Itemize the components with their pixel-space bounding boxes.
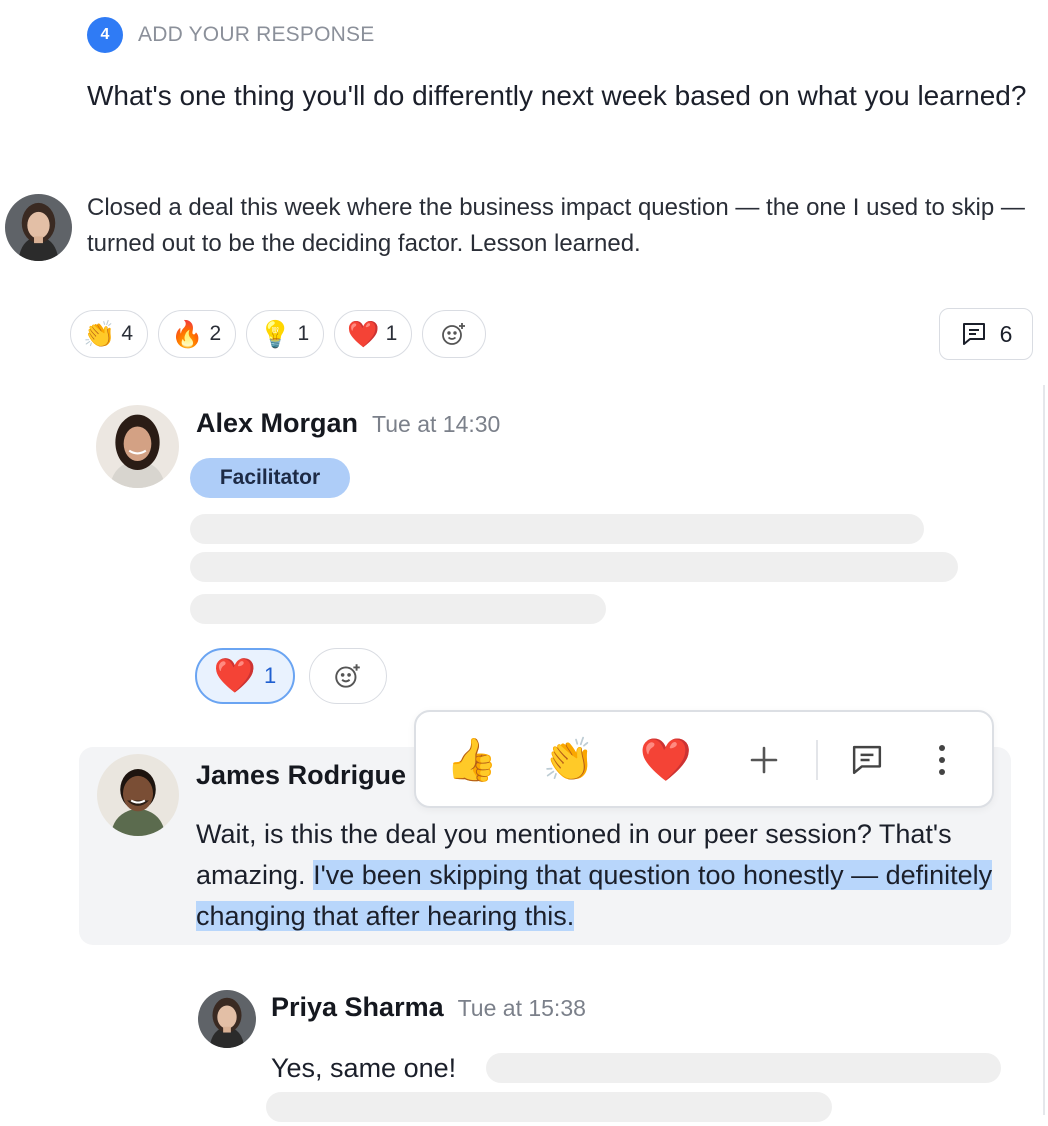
reaction-lightbulb[interactable]: 💡 1: [246, 310, 325, 358]
add-emoji-icon: [335, 664, 360, 688]
heart-emoji-icon: ❤️: [347, 319, 380, 349]
avatar[interactable]: [198, 990, 256, 1048]
more-options-button[interactable]: [924, 735, 960, 785]
avatar[interactable]: [5, 194, 72, 261]
role-badge: Facilitator: [190, 458, 350, 498]
redacted-text-line: [486, 1053, 1001, 1083]
comment-icon: [852, 745, 882, 775]
comment-header: Priya Sharma Tue at 15:38: [271, 992, 586, 1023]
reaction-count: 1: [297, 322, 310, 345]
heart-emoji-icon: ❤️: [213, 657, 257, 695]
redacted-text-line: [266, 1092, 832, 1122]
avatar[interactable]: [96, 405, 179, 488]
comment-icon: [962, 323, 985, 345]
quick-react-heart[interactable]: ❤️: [638, 735, 694, 785]
step-label: ADD YOUR RESPONSE: [138, 23, 375, 46]
comment-header: James Rodrigue: [196, 760, 406, 791]
kebab-menu-icon: [939, 745, 945, 775]
clap-emoji-icon: 👏: [83, 319, 116, 349]
lightbulb-emoji-icon: 💡: [259, 319, 292, 349]
selected-text-highlight[interactable]: I've been skipping that question too hon…: [196, 860, 993, 931]
reaction-clap[interactable]: 👏 4: [70, 310, 149, 358]
quick-react-thumbs-up[interactable]: 👍: [444, 735, 500, 785]
more-reactions-button[interactable]: [736, 735, 792, 785]
comment-author-name[interactable]: Alex Morgan: [196, 408, 358, 439]
reaction-heart[interactable]: ❤️ 1: [334, 310, 413, 358]
response-reactions: 👏 4 🔥 2 💡 1 ❤️ 1: [70, 310, 487, 358]
reaction-count: 2: [209, 322, 222, 345]
heart-emoji-icon: ❤️: [639, 736, 693, 783]
message-hover-toolbar: 👍 👏 ❤️: [414, 710, 994, 808]
reaction-fire[interactable]: 🔥 2: [158, 310, 237, 358]
question-text: What's one thing you'll do differently n…: [87, 80, 1027, 111]
comment-text: Yes, same one!: [271, 1053, 457, 1083]
comments-button[interactable]: 6: [939, 308, 1033, 360]
redacted-text-line: [190, 552, 958, 582]
thumbs-up-emoji-icon: 👍: [445, 736, 499, 783]
plus-icon: [750, 746, 778, 774]
comment-reactions: ❤️ 1: [195, 648, 387, 704]
reaction-count: 1: [264, 663, 277, 688]
comment-count: 6: [999, 320, 1013, 347]
comment-timestamp: Tue at 15:38: [457, 995, 586, 1021]
toolbar-divider: [816, 740, 818, 780]
response-text: Closed a deal this week where the busine…: [87, 194, 1025, 257]
add-emoji-icon: [442, 323, 466, 345]
reaction-heart-active[interactable]: ❤️ 1: [195, 648, 295, 704]
comment-author-name[interactable]: Priya Sharma: [271, 992, 444, 1023]
comment-text: Wait, is this the deal you mentioned in …: [196, 814, 996, 937]
reply-button[interactable]: [840, 735, 894, 785]
add-reaction-button[interactable]: [422, 310, 487, 358]
redacted-text-line: [190, 594, 606, 624]
reaction-count: 1: [385, 322, 398, 345]
clap-emoji-icon: 👏: [542, 736, 596, 783]
comment-header: Alex Morgan Tue at 14:30: [196, 408, 500, 439]
thread-scrollbar[interactable]: [1043, 385, 1045, 1115]
step-header: 4 ADD YOUR RESPONSE: [87, 17, 374, 53]
add-reaction-button[interactable]: [309, 648, 387, 704]
fire-emoji-icon: 🔥: [171, 319, 204, 349]
quick-react-clap[interactable]: 👏: [541, 735, 597, 785]
reaction-count: 4: [121, 322, 134, 345]
avatar[interactable]: [97, 754, 179, 836]
step-number-badge: 4: [87, 17, 123, 53]
redacted-text-line: [190, 514, 924, 544]
comment-timestamp: Tue at 14:30: [372, 411, 501, 437]
comment-author-name[interactable]: James Rodrigue: [196, 760, 406, 790]
